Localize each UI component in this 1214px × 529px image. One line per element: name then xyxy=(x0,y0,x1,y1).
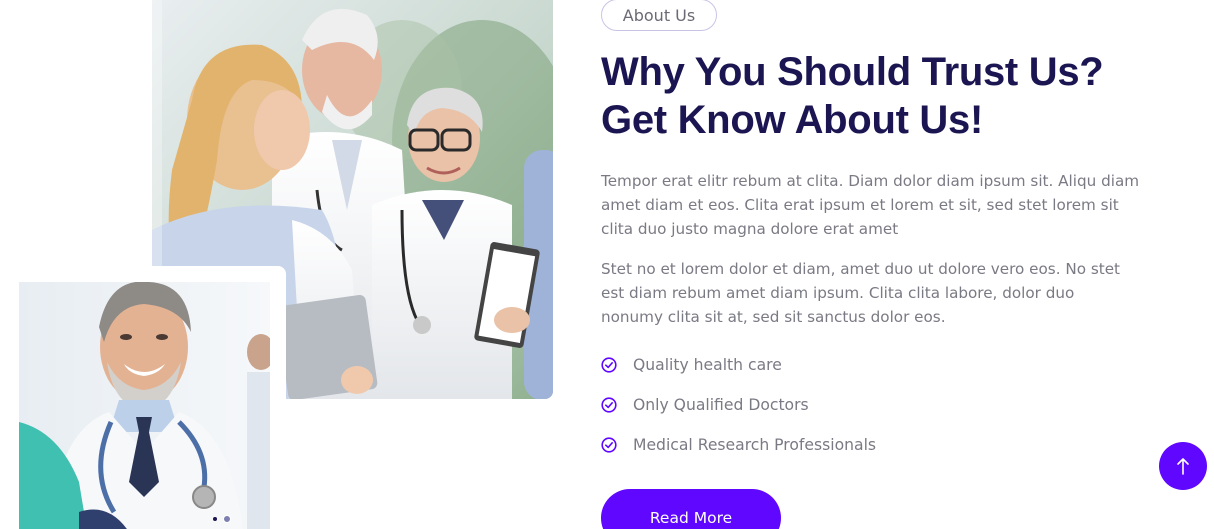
title-line-2: Get Know About Us! xyxy=(601,98,983,142)
carousel-dot-active[interactable] xyxy=(223,515,231,523)
section-title: Why You Should Trust Us? Get Know About … xyxy=(601,48,1161,144)
detail-paragraph: Stet no et lorem dolor et diam, amet duo… xyxy=(601,260,1120,326)
check-circle-icon xyxy=(601,437,617,453)
feature-label: Medical Research Professionals xyxy=(633,436,877,454)
carousel-dots xyxy=(213,515,231,523)
feature-item: Only Qualified Doctors xyxy=(601,393,876,417)
intro-paragraph: Tempor erat elitr rebum at clita. Diam d… xyxy=(601,172,1140,238)
about-us-tag: About Us xyxy=(601,0,717,31)
about-section: About Us Why You Should Trust Us? Get Kn… xyxy=(0,0,1214,529)
carousel-dot[interactable] xyxy=(213,517,217,521)
features-list: Quality health care Only Qualified Docto… xyxy=(601,353,876,473)
feature-item: Medical Research Professionals xyxy=(601,433,876,457)
smiling-doctor-image xyxy=(19,282,270,529)
back-to-top-button[interactable] xyxy=(1159,442,1207,490)
title-line-1: Why You Should Trust Us? xyxy=(601,50,1104,94)
feature-label: Quality health care xyxy=(633,356,782,374)
arrow-up-icon xyxy=(1159,456,1207,476)
check-circle-icon xyxy=(601,397,617,413)
read-more-button[interactable]: Read More xyxy=(601,489,781,529)
check-circle-icon xyxy=(601,357,617,373)
feature-label: Only Qualified Doctors xyxy=(633,396,809,414)
feature-item: Quality health care xyxy=(601,353,876,377)
